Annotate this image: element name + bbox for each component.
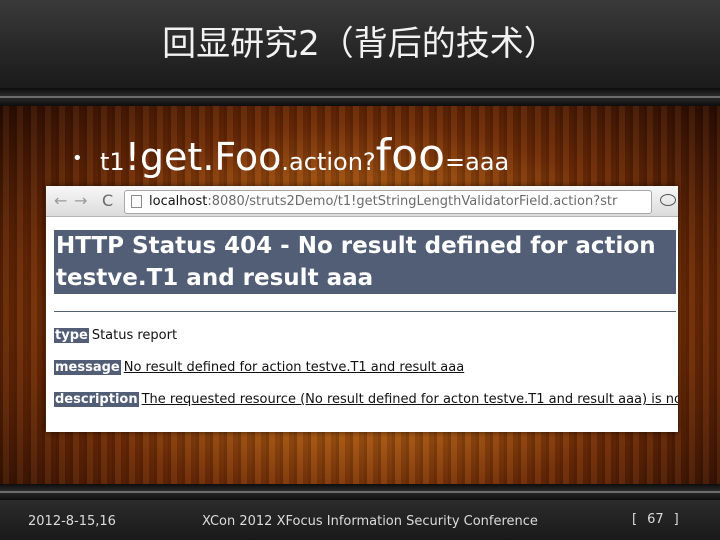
slide-title: 回显研究2（背后的技术） bbox=[162, 24, 558, 64]
bullet-text: t1!get.Foo.action?foo=aaa bbox=[100, 130, 509, 181]
bullet-part-5: =aaa bbox=[445, 148, 510, 176]
bullet-part-1: t1 bbox=[100, 148, 125, 176]
message-label: message bbox=[54, 360, 121, 375]
back-arrow-icon[interactable]: ← bbox=[54, 191, 67, 211]
browser-toolbar: ← → C localhost:8080/struts2Demo/t1!getS… bbox=[46, 186, 678, 217]
message-value: No result defined for action testve.T1 a… bbox=[123, 360, 465, 375]
bullet-part-2: !get.Foo bbox=[124, 135, 282, 179]
bullet-dot-icon: • bbox=[72, 148, 83, 169]
description-label: description bbox=[54, 392, 139, 407]
error-heading: HTTP Status 404 - No result defined for … bbox=[54, 230, 676, 294]
description-value: The requested resource (No result define… bbox=[141, 392, 678, 407]
footer: 2012-8-15,16 XCon 2012 XFocus Informatio… bbox=[0, 500, 720, 540]
page-number: [67] bbox=[632, 512, 679, 527]
page-icon bbox=[131, 195, 142, 208]
slide: 回显研究2（背后的技术） • t1!get.Foo.action?foo=aaa… bbox=[0, 0, 720, 540]
footer-date: 2012-8-15,16 bbox=[28, 514, 116, 529]
type-row: type Status report bbox=[54, 327, 177, 345]
divider-line bbox=[54, 311, 676, 312]
footer-conference: XCon 2012 XFocus Information Security Co… bbox=[202, 514, 538, 529]
bullet-part-3: .action? bbox=[281, 148, 376, 176]
top-divider bbox=[0, 88, 720, 106]
eye-icon[interactable] bbox=[660, 194, 676, 206]
page-bracket-close: ] bbox=[673, 512, 679, 527]
address-url[interactable]: localhost:8080/struts2Demo/t1!getStringL… bbox=[149, 193, 617, 210]
description-row: description The requested resource (No re… bbox=[54, 391, 678, 409]
bottom-divider bbox=[0, 484, 720, 500]
forward-arrow-icon[interactable]: → bbox=[74, 191, 87, 211]
address-bar[interactable]: localhost:8080/struts2Demo/t1!getStringL… bbox=[124, 190, 652, 214]
title-bar: 回显研究2（背后的技术） bbox=[0, 0, 720, 88]
type-label: type bbox=[54, 328, 89, 343]
page-bracket-open: [ bbox=[632, 512, 638, 527]
page-number-value: 67 bbox=[647, 512, 664, 527]
message-row: message No result defined for action test… bbox=[54, 359, 464, 377]
browser-screenshot: ← → C localhost:8080/struts2Demo/t1!getS… bbox=[46, 186, 678, 432]
reload-icon[interactable]: C bbox=[102, 191, 113, 211]
url-host: localhost bbox=[149, 194, 208, 209]
url-path: :8080/struts2Demo/t1!getStringLengthVali… bbox=[207, 194, 618, 209]
bullet-part-4: foo bbox=[375, 130, 445, 181]
type-value: Status report bbox=[91, 328, 178, 343]
